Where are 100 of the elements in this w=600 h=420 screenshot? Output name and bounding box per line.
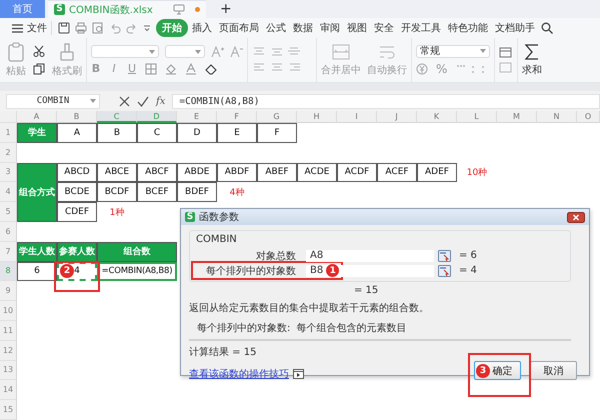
document-tab[interactable]: 首页 <box>0 0 45 18</box>
ribbon-tab[interactable]: 开发工具 <box>398 19 444 37</box>
print-icon[interactable] <box>75 22 87 34</box>
row-header[interactable]: 10 <box>0 301 17 321</box>
argument-field[interactable]: B8 1 <box>306 264 434 276</box>
insert-function-button[interactable]: fx <box>156 96 166 106</box>
font-color-icon[interactable] <box>185 62 197 74</box>
row-header[interactable]: 14 <box>0 380 17 400</box>
argument-result: = 6 <box>459 250 477 261</box>
range-select-icon[interactable] <box>438 264 451 276</box>
text-style-button[interactable]: U <box>127 62 137 75</box>
row-header[interactable]: 7 <box>0 242 17 262</box>
table-style-icon[interactable] <box>499 46 513 74</box>
table-cell: D <box>177 123 217 143</box>
row-header[interactable]: 3 <box>0 162 17 182</box>
column-header[interactable]: C <box>97 111 137 123</box>
column-header[interactable]: E <box>177 111 217 123</box>
column-header[interactable]: A <box>17 111 57 123</box>
document-tab[interactable]: S COMBIN函数.xlsx <box>48 0 206 18</box>
column-header[interactable]: O <box>577 111 600 123</box>
caret-icon[interactable] <box>143 24 151 32</box>
copy-icon[interactable] <box>33 63 45 75</box>
ribbon-tab[interactable]: 视图 <box>344 19 370 37</box>
ribbon-tab[interactable]: 文档助手 <box>492 19 538 37</box>
column-header[interactable]: K <box>417 111 457 123</box>
help-link[interactable]: 查看该函数的操作技巧 <box>189 367 289 381</box>
column-header[interactable]: L <box>457 111 497 123</box>
redo-icon[interactable] <box>126 22 138 34</box>
ribbon-tab[interactable]: 开始 <box>156 19 188 37</box>
ribbon-tab[interactable]: 审阅 <box>317 19 343 37</box>
fill-color-icon[interactable] <box>165 62 177 74</box>
font-family-select[interactable] <box>91 45 159 58</box>
percent-button[interactable]: % <box>436 62 448 76</box>
row-header[interactable]: 8 <box>0 262 17 282</box>
menu-icon <box>12 24 23 32</box>
merge-center-button[interactable]: 合并居中 <box>321 43 361 77</box>
row-header[interactable]: 15 <box>0 400 17 420</box>
column-header[interactable]: J <box>377 111 417 123</box>
table-cell: ABCE <box>97 162 137 182</box>
eraser-icon[interactable] <box>205 62 217 74</box>
preview-icon[interactable] <box>92 22 104 34</box>
text-style-button[interactable]: B <box>91 62 101 75</box>
ribbon-tab[interactable]: 插入 <box>189 19 215 37</box>
save-icon[interactable] <box>58 22 70 34</box>
decrease-font-icon[interactable] <box>230 46 243 58</box>
currency-icon[interactable] <box>416 62 428 74</box>
ribbon-tab[interactable]: 数据 <box>290 19 316 37</box>
column-header[interactable]: B <box>57 111 97 123</box>
text-style-button[interactable]: I <box>109 62 119 75</box>
font-size-select[interactable] <box>165 45 205 58</box>
table-cell: CDEF <box>57 202 97 222</box>
close-icon[interactable] <box>567 212 585 222</box>
name-box[interactable]: COMBIN <box>6 94 100 108</box>
formula-field[interactable]: =COMBIN(A8,B8) <box>172 94 600 108</box>
ribbon-tab[interactable]: 特色功能 <box>445 19 491 37</box>
row-header[interactable]: 6 <box>0 222 17 242</box>
column-header[interactable]: M <box>497 111 537 123</box>
column-header[interactable]: D <box>137 111 177 123</box>
argument-field[interactable]: A8 <box>306 250 434 262</box>
paste-button[interactable]: 粘贴 <box>6 42 26 78</box>
row-header[interactable]: 2 <box>0 142 17 163</box>
borders-icon[interactable] <box>145 62 157 74</box>
column-header[interactable]: H <box>297 111 337 123</box>
row-header[interactable]: 4 <box>0 182 17 202</box>
caret-icon <box>90 99 96 103</box>
table-cell: ABDF <box>217 162 257 182</box>
table-cell: 学生 <box>17 123 57 143</box>
undo-icon[interactable] <box>109 22 121 34</box>
sum-button[interactable]: 求和 <box>522 43 542 77</box>
table-cell-text: 4种 <box>228 186 246 200</box>
cut-icon[interactable] <box>33 45 45 57</box>
row-header[interactable]: 13 <box>0 360 17 380</box>
tab-label: 首页 <box>12 3 32 16</box>
wrap-text-button[interactable]: 自动换行 <box>367 43 407 77</box>
ribbon-tab[interactable]: 安全 <box>371 19 397 37</box>
column-header[interactable]: I <box>337 111 377 123</box>
ribbon-tab[interactable]: 公式 <box>263 19 289 37</box>
table-cell: BCDF <box>97 182 137 202</box>
table-cell: A <box>57 123 97 143</box>
video-icon[interactable] <box>293 369 304 379</box>
search-icon[interactable] <box>541 22 553 34</box>
row-header[interactable]: 11 <box>0 320 17 341</box>
format-painter-button[interactable]: 格式刷 <box>52 42 82 78</box>
file-menu[interactable]: 文件 <box>8 21 52 35</box>
number-format-select[interactable]: 常规 <box>416 44 490 58</box>
column-header[interactable]: G <box>257 111 297 123</box>
confirm-icon[interactable] <box>137 96 149 106</box>
column-header[interactable]: F <box>217 111 257 123</box>
increase-font-icon[interactable] <box>211 46 224 58</box>
range-select-icon[interactable] <box>438 250 451 262</box>
row-header[interactable]: 1 <box>0 123 17 143</box>
ribbon-tab[interactable]: 页面布局 <box>216 19 262 37</box>
row-header[interactable]: 12 <box>0 340 17 361</box>
new-tab-button[interactable]: + <box>220 0 232 18</box>
column-header[interactable]: N <box>537 111 577 123</box>
dialog-button[interactable]: 取消 <box>530 361 577 380</box>
cancel-icon[interactable] <box>119 96 130 106</box>
monitor-icon[interactable] <box>173 4 185 15</box>
row-header[interactable]: 5 <box>0 202 17 222</box>
row-header[interactable]: 9 <box>0 281 17 302</box>
